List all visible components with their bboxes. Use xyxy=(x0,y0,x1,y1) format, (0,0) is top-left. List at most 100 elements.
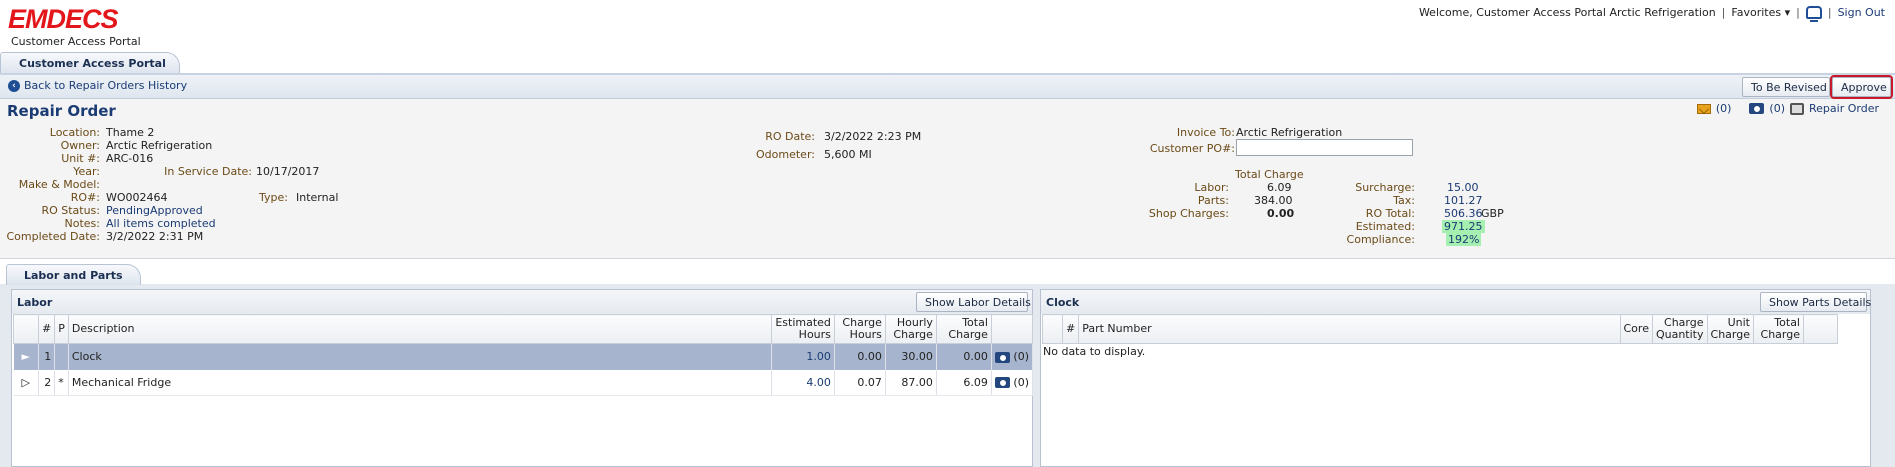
welcome-text: Welcome, Customer Access Portal Arctic R… xyxy=(1418,6,1716,19)
col-p[interactable]: P xyxy=(54,314,69,344)
chevron-down-icon: ▾ xyxy=(1784,6,1791,19)
camera-icon[interactable] xyxy=(1749,103,1765,114)
col-unit-charge[interactable]: Unit Charge xyxy=(1706,314,1755,344)
divider: | xyxy=(1796,6,1800,19)
col-part-number[interactable]: Part Number xyxy=(1078,314,1621,344)
col-number[interactable]: # xyxy=(1061,314,1080,344)
row-photos[interactable]: (0) xyxy=(991,343,1034,370)
row-photo-count[interactable]: (0) xyxy=(1013,350,1029,363)
row-number: 1 xyxy=(38,343,56,370)
row-expand-icon[interactable]: ▷ xyxy=(13,369,39,396)
row-estimated-hours: 1.00 xyxy=(771,343,835,370)
type-label: Type: xyxy=(259,191,288,204)
favorites-label: Favorites xyxy=(1731,6,1782,19)
shop-charges-value: 0.00 xyxy=(1267,207,1295,220)
col-total-charge[interactable]: Total Charge xyxy=(1753,314,1804,344)
estimated-value: 971.25 xyxy=(1442,220,1485,233)
owner-label: Owner: xyxy=(60,139,100,152)
divider: | xyxy=(1721,6,1726,19)
compliance-value: 192% xyxy=(1446,233,1482,246)
unit-value: ARC-016 xyxy=(106,152,154,165)
invoice-to-value: Arctic Refrigeration xyxy=(1236,126,1343,139)
row-charge-hours: 0.07 xyxy=(834,369,886,396)
labor-table: # P Description Estimated Hours Charge H… xyxy=(13,314,1034,396)
col-total-charge[interactable]: Total Charge xyxy=(935,314,992,344)
col-charge-quantity[interactable]: Charge Quantity xyxy=(1651,314,1708,344)
row-hourly-charge: 87.00 xyxy=(885,369,937,396)
col-expand xyxy=(1042,314,1063,344)
clock-panel: Clock Show Parts Details # Part Number C… xyxy=(1040,289,1871,467)
tab-customer-access-portal[interactable]: Customer Access Portal xyxy=(0,52,180,74)
labor-panel: Labor Show Labor Details # P Description… xyxy=(11,289,1034,467)
camera-icon[interactable] xyxy=(994,377,1010,389)
parts-table: # Part Number Core Charge Quantity Unit … xyxy=(1042,314,1838,344)
location-value: Thame 2 xyxy=(106,126,155,139)
col-hourly-charge[interactable]: Hourly Charge xyxy=(884,314,937,344)
back-to-history-link[interactable]: ‹ Back to Repair Orders History xyxy=(8,79,187,92)
printer-icon[interactable] xyxy=(1790,102,1805,115)
surcharge-value: 15.00 xyxy=(1447,181,1479,194)
shop-charges-label: Shop Charges: xyxy=(1148,207,1229,220)
row-photo-count[interactable]: (0) xyxy=(1013,376,1029,389)
row-expand-icon[interactable]: ► xyxy=(13,343,39,370)
compliance-label: Compliance: xyxy=(1346,233,1415,246)
col-description[interactable]: Description xyxy=(67,314,773,344)
tab-labor-and-parts[interactable]: Labor and Parts xyxy=(6,264,141,285)
show-labor-details-button[interactable]: Show Labor Details xyxy=(916,292,1031,312)
ro-status-label: RO Status: xyxy=(41,204,100,217)
repair-order-panel xyxy=(0,99,1895,259)
approve-button[interactable]: Approve xyxy=(1830,75,1893,99)
row-estimated-hours: 4.00 xyxy=(771,369,835,396)
row-charge-hours: 0.00 xyxy=(834,343,886,370)
notes-label: Notes: xyxy=(64,217,100,230)
repair-order-actions: (0) (0) Repair Order xyxy=(1696,102,1879,115)
notes-value: All items completed xyxy=(106,217,216,230)
parts-total-value: 384.00 xyxy=(1254,194,1293,207)
table-row[interactable]: ▷ 2 * Mechanical Fridge 4.00 0.07 87.00 … xyxy=(13,369,1034,396)
col-estimated-hours[interactable]: Estimated Hours xyxy=(771,314,835,344)
ro-date-value: 3/2/2022 2:23 PM xyxy=(824,130,922,143)
row-number: 2 xyxy=(38,369,56,396)
col-photos xyxy=(1803,314,1838,344)
customer-po-label: Customer PO#: xyxy=(1149,142,1235,155)
col-photos xyxy=(990,314,1034,344)
ro-number-value: WO002464 xyxy=(106,191,168,204)
customer-po-input[interactable] xyxy=(1236,139,1413,156)
favorites-menu[interactable]: Favorites ▾ xyxy=(1731,6,1790,19)
odometer-label: Odometer: xyxy=(756,148,815,161)
sign-out-link[interactable]: Sign Out xyxy=(1838,6,1885,19)
completed-date-label: Completed Date: xyxy=(6,230,101,243)
make-model-label: Make & Model: xyxy=(18,178,100,191)
in-service-date-value: 10/17/2017 xyxy=(256,165,320,178)
col-number[interactable]: # xyxy=(37,314,56,344)
row-hourly-charge: 30.00 xyxy=(885,343,937,370)
messages-count[interactable]: (0) xyxy=(1716,102,1732,115)
top-right-nav: Welcome, Customer Access Portal Arctic R… xyxy=(1418,6,1885,22)
row-p xyxy=(54,343,69,370)
show-parts-details-button[interactable]: Show Parts Details xyxy=(1760,292,1871,312)
row-total-charge: 0.00 xyxy=(936,343,992,370)
tax-label: Tax: xyxy=(1393,194,1415,207)
user-profile-icon[interactable] xyxy=(1805,6,1822,22)
camera-icon[interactable] xyxy=(994,351,1010,363)
page-title: Repair Order xyxy=(7,102,116,120)
divider: | xyxy=(1827,6,1832,19)
unit-label: Unit #: xyxy=(61,152,100,165)
surcharge-label: Surcharge: xyxy=(1355,181,1415,194)
labor-total-label: Labor: xyxy=(1194,181,1229,194)
odometer-value: 5,600 MI xyxy=(824,148,872,161)
owner-value: Arctic Refrigeration xyxy=(106,139,213,152)
row-photos[interactable]: (0) xyxy=(991,369,1034,396)
col-charge-hours[interactable]: Charge Hours xyxy=(833,314,886,344)
parts-total-label: Parts: xyxy=(1197,194,1229,207)
envelope-icon[interactable] xyxy=(1696,103,1711,114)
invoice-to-label: Invoice To: xyxy=(1176,126,1235,139)
currency-code: GBP xyxy=(1481,207,1504,220)
chevron-left-icon: ‹ xyxy=(8,79,20,92)
table-row[interactable]: ► 1 Clock 1.00 0.00 30.00 0.00 (0) xyxy=(13,343,1034,370)
to-be-revised-button[interactable]: To Be Revised xyxy=(1742,77,1830,97)
photos-count[interactable]: (0) xyxy=(1769,102,1785,115)
print-repair-order-link[interactable]: Repair Order xyxy=(1809,102,1879,115)
ro-number-label: RO#: xyxy=(70,191,100,204)
col-core[interactable]: Core xyxy=(1619,314,1653,344)
